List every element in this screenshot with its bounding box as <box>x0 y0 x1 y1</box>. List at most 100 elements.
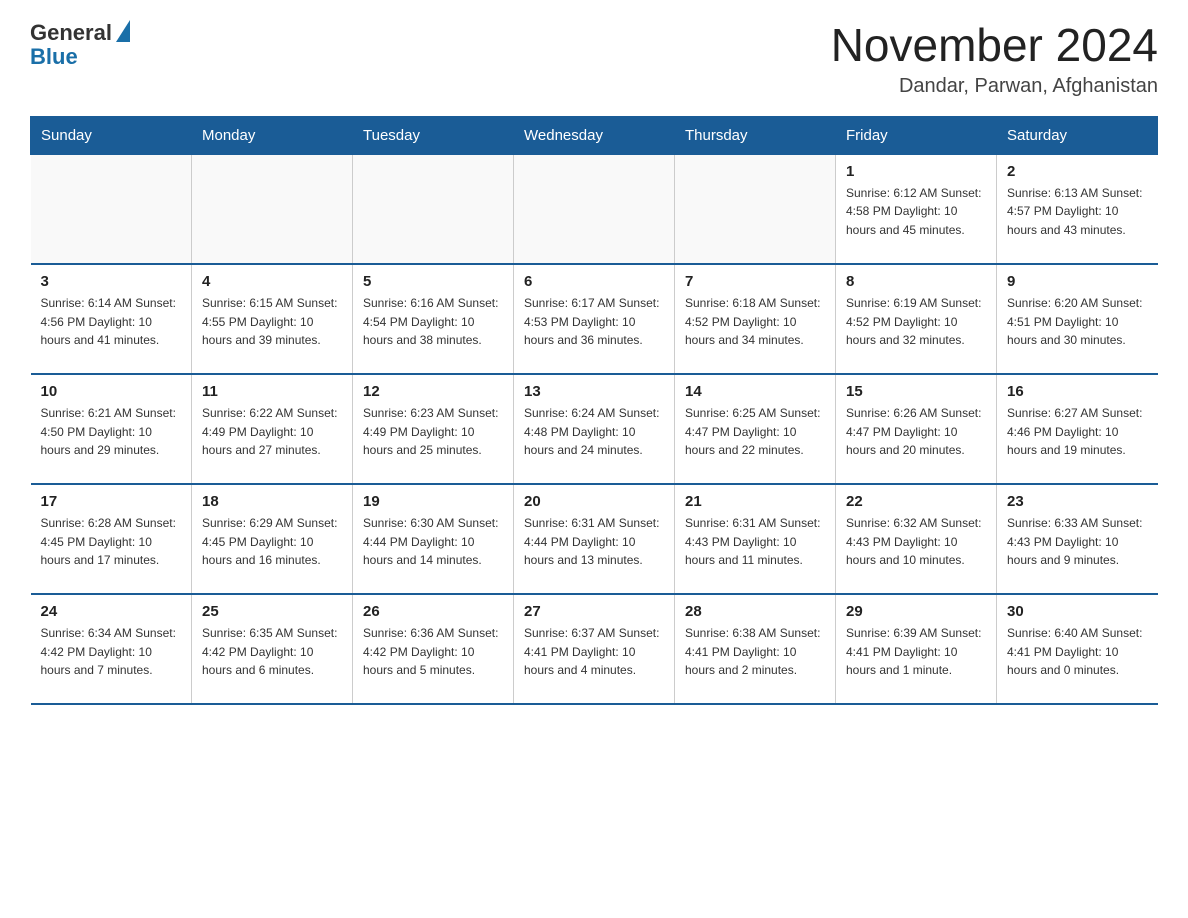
day-info: Sunrise: 6:14 AM Sunset: 4:56 PM Dayligh… <box>41 294 182 350</box>
day-number: 7 <box>685 273 825 290</box>
day-info: Sunrise: 6:40 AM Sunset: 4:41 PM Dayligh… <box>1007 624 1148 680</box>
calendar-cell: 27Sunrise: 6:37 AM Sunset: 4:41 PM Dayli… <box>514 594 675 704</box>
calendar-cell: 20 Sunrise: 6:31 AM Sunset: 4:44 PM Dayli… <box>514 484 675 594</box>
day-number: 3 <box>41 273 182 290</box>
calendar-cell: 12 Sunrise: 6:23 AM Sunset: 4:49 PM Dayli… <box>353 374 514 484</box>
day-info: Sunrise: 6:33 AM Sunset: 4:43 PM Dayligh… <box>1007 514 1148 570</box>
day-info: Sunrise: 6:22 AM Sunset: 4:49 PM Dayligh… <box>202 404 342 460</box>
day-info: Sunrise: 6:31 AM Sunset: 4:44 PM Dayligh… <box>524 514 664 570</box>
day-info: Sunrise: 6:27 AM Sunset: 4:46 PM Dayligh… <box>1007 404 1148 460</box>
location: Dandar, Parwan, Afghanistan <box>831 75 1158 98</box>
day-number: 9 <box>1007 273 1148 290</box>
day-number: 27 <box>524 603 664 620</box>
day-number: 13 <box>524 383 664 400</box>
day-info: Sunrise: 6:29 AM Sunset: 4:45 PM Dayligh… <box>202 514 342 570</box>
day-number: 16 <box>1007 383 1148 400</box>
day-info: Sunrise: 6:17 AM Sunset: 4:53 PM Dayligh… <box>524 294 664 350</box>
day-info: Sunrise: 6:34 AM Sunset: 4:42 PM Dayligh… <box>41 624 182 680</box>
day-number: 8 <box>846 273 986 290</box>
day-number: 23 <box>1007 493 1148 510</box>
calendar-cell: 5 Sunrise: 6:16 AM Sunset: 4:54 PM Daylig… <box>353 264 514 374</box>
day-number: 2 <box>1007 163 1148 180</box>
calendar-cell: 11 Sunrise: 6:22 AM Sunset: 4:49 PM Dayli… <box>192 374 353 484</box>
calendar-cell: 15 Sunrise: 6:26 AM Sunset: 4:47 PM Dayli… <box>836 374 997 484</box>
day-number: 11 <box>202 383 342 400</box>
day-info: Sunrise: 6:20 AM Sunset: 4:51 PM Dayligh… <box>1007 294 1148 350</box>
day-info: Sunrise: 6:31 AM Sunset: 4:43 PM Dayligh… <box>685 514 825 570</box>
day-info: Sunrise: 6:21 AM Sunset: 4:50 PM Dayligh… <box>41 404 182 460</box>
day-info: Sunrise: 6:13 AM Sunset: 4:57 PM Dayligh… <box>1007 184 1148 240</box>
day-info: Sunrise: 6:39 AM Sunset: 4:41 PM Dayligh… <box>846 624 986 680</box>
day-number: 30 <box>1007 603 1148 620</box>
calendar-cell: 21 Sunrise: 6:31 AM Sunset: 4:43 PM Dayli… <box>675 484 836 594</box>
weekday-header-friday: Friday <box>836 116 997 154</box>
calendar-cell: 22 Sunrise: 6:32 AM Sunset: 4:43 PM Dayli… <box>836 484 997 594</box>
day-number: 6 <box>524 273 664 290</box>
day-info: Sunrise: 6:28 AM Sunset: 4:45 PM Dayligh… <box>41 514 182 570</box>
weekday-header-sunday: Sunday <box>31 116 192 154</box>
calendar-week-4: 17 Sunrise: 6:28 AM Sunset: 4:45 PM Dayli… <box>31 484 1158 594</box>
calendar-cell: 1 Sunrise: 6:12 AM Sunset: 4:58 PM Daylig… <box>836 154 997 264</box>
calendar-cell: 24 Sunrise: 6:34 AM Sunset: 4:42 PM Dayli… <box>31 594 192 704</box>
day-number: 5 <box>363 273 503 290</box>
day-number: 20 <box>524 493 664 510</box>
day-info: Sunrise: 6:32 AM Sunset: 4:43 PM Dayligh… <box>846 514 986 570</box>
day-number: 17 <box>41 493 182 510</box>
day-info: Sunrise: 6:16 AM Sunset: 4:54 PM Dayligh… <box>363 294 503 350</box>
calendar-cell: 16 Sunrise: 6:27 AM Sunset: 4:46 PM Dayli… <box>997 374 1158 484</box>
calendar-table: SundayMondayTuesdayWednesdayThursdayFrid… <box>30 116 1158 706</box>
day-number: 24 <box>41 603 182 620</box>
logo: General Blue <box>30 20 130 70</box>
weekday-header-saturday: Saturday <box>997 116 1158 154</box>
weekday-header-wednesday: Wednesday <box>514 116 675 154</box>
calendar-cell: 8Sunrise: 6:19 AM Sunset: 4:52 PM Daylig… <box>836 264 997 374</box>
calendar-cell: 29Sunrise: 6:39 AM Sunset: 4:41 PM Dayli… <box>836 594 997 704</box>
day-info: Sunrise: 6:12 AM Sunset: 4:58 PM Dayligh… <box>846 184 986 240</box>
calendar-cell: 25 Sunrise: 6:35 AM Sunset: 4:42 PM Dayli… <box>192 594 353 704</box>
day-info: Sunrise: 6:38 AM Sunset: 4:41 PM Dayligh… <box>685 624 825 680</box>
day-info: Sunrise: 6:36 AM Sunset: 4:42 PM Dayligh… <box>363 624 503 680</box>
day-info: Sunrise: 6:25 AM Sunset: 4:47 PM Dayligh… <box>685 404 825 460</box>
calendar-cell: 18Sunrise: 6:29 AM Sunset: 4:45 PM Dayli… <box>192 484 353 594</box>
day-info: Sunrise: 6:35 AM Sunset: 4:42 PM Dayligh… <box>202 624 342 680</box>
month-title: November 2024 <box>831 20 1158 71</box>
day-number: 21 <box>685 493 825 510</box>
day-number: 10 <box>41 383 182 400</box>
calendar-cell: 28 Sunrise: 6:38 AM Sunset: 4:41 PM Dayli… <box>675 594 836 704</box>
calendar-week-5: 24 Sunrise: 6:34 AM Sunset: 4:42 PM Dayli… <box>31 594 1158 704</box>
calendar-header-row: SundayMondayTuesdayWednesdayThursdayFrid… <box>31 116 1158 154</box>
calendar-cell: 26Sunrise: 6:36 AM Sunset: 4:42 PM Dayli… <box>353 594 514 704</box>
day-number: 28 <box>685 603 825 620</box>
day-number: 15 <box>846 383 986 400</box>
day-info: Sunrise: 6:26 AM Sunset: 4:47 PM Dayligh… <box>846 404 986 460</box>
calendar-cell: 14 Sunrise: 6:25 AM Sunset: 4:47 PM Dayli… <box>675 374 836 484</box>
day-info: Sunrise: 6:23 AM Sunset: 4:49 PM Dayligh… <box>363 404 503 460</box>
page-header: General Blue November 2024 Dandar, Parwa… <box>30 20 1158 98</box>
day-number: 14 <box>685 383 825 400</box>
calendar-cell: 13Sunrise: 6:24 AM Sunset: 4:48 PM Dayli… <box>514 374 675 484</box>
calendar-cell: 10 Sunrise: 6:21 AM Sunset: 4:50 PM Dayli… <box>31 374 192 484</box>
weekday-header-tuesday: Tuesday <box>353 116 514 154</box>
day-info: Sunrise: 6:15 AM Sunset: 4:55 PM Dayligh… <box>202 294 342 350</box>
calendar-cell <box>353 154 514 264</box>
calendar-cell: 30 Sunrise: 6:40 AM Sunset: 4:41 PM Dayli… <box>997 594 1158 704</box>
calendar-week-3: 10 Sunrise: 6:21 AM Sunset: 4:50 PM Dayli… <box>31 374 1158 484</box>
day-number: 1 <box>846 163 986 180</box>
day-number: 12 <box>363 383 503 400</box>
calendar-cell: 3 Sunrise: 6:14 AM Sunset: 4:56 PM Daylig… <box>31 264 192 374</box>
logo-text: General <box>30 20 112 46</box>
calendar-cell: 7 Sunrise: 6:18 AM Sunset: 4:52 PM Daylig… <box>675 264 836 374</box>
day-number: 4 <box>202 273 342 290</box>
day-number: 25 <box>202 603 342 620</box>
day-number: 19 <box>363 493 503 510</box>
calendar-cell <box>192 154 353 264</box>
day-info: Sunrise: 6:18 AM Sunset: 4:52 PM Dayligh… <box>685 294 825 350</box>
calendar-cell <box>675 154 836 264</box>
weekday-header-monday: Monday <box>192 116 353 154</box>
title-block: November 2024 Dandar, Parwan, Afghanista… <box>831 20 1158 98</box>
logo-blue-text: Blue <box>30 44 78 70</box>
calendar-cell <box>514 154 675 264</box>
weekday-header-thursday: Thursday <box>675 116 836 154</box>
day-number: 22 <box>846 493 986 510</box>
calendar-cell <box>31 154 192 264</box>
